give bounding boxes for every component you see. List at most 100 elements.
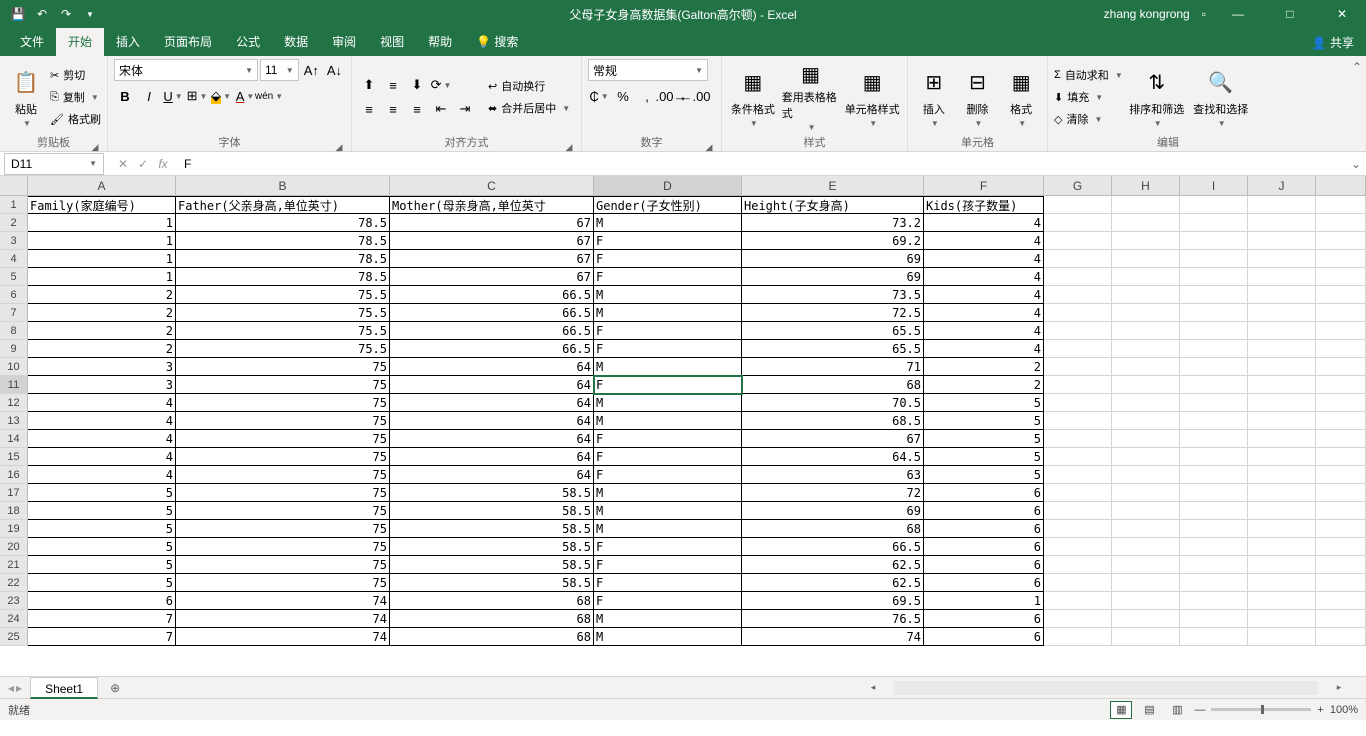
cell[interactable]: 4: [28, 448, 176, 466]
cell[interactable]: 65.5: [742, 340, 924, 358]
row-header[interactable]: 3: [0, 232, 28, 250]
cell[interactable]: 75: [176, 502, 390, 520]
cell[interactable]: [1248, 286, 1316, 304]
cell[interactable]: 62.5: [742, 556, 924, 574]
cell[interactable]: [1248, 322, 1316, 340]
row-header[interactable]: 16: [0, 466, 28, 484]
save-icon[interactable]: 💾: [8, 7, 28, 21]
cell[interactable]: 66.5: [390, 286, 594, 304]
cell[interactable]: [1044, 484, 1112, 502]
cell[interactable]: 62.5: [742, 574, 924, 592]
cell[interactable]: 4: [28, 412, 176, 430]
zoom-level[interactable]: 100%: [1330, 704, 1358, 716]
row-header[interactable]: 19: [0, 520, 28, 538]
cell[interactable]: [1180, 502, 1248, 520]
cell[interactable]: [1180, 268, 1248, 286]
cell[interactable]: 74: [176, 628, 390, 646]
cell[interactable]: Family(家庭编号): [28, 196, 176, 214]
cell[interactable]: 69: [742, 502, 924, 520]
tab-layout[interactable]: 页面布局: [152, 28, 224, 56]
row-header[interactable]: 20: [0, 538, 28, 556]
cell[interactable]: 4: [924, 286, 1044, 304]
cell[interactable]: [1180, 358, 1248, 376]
cell[interactable]: [1044, 358, 1112, 376]
cell[interactable]: 75: [176, 538, 390, 556]
cell[interactable]: [1248, 304, 1316, 322]
percent-icon[interactable]: %: [612, 85, 634, 107]
cell[interactable]: F: [594, 250, 742, 268]
cell[interactable]: [1180, 610, 1248, 628]
cell[interactable]: [1044, 196, 1112, 214]
cell[interactable]: 75: [176, 484, 390, 502]
cell[interactable]: [1248, 268, 1316, 286]
cell[interactable]: [1180, 214, 1248, 232]
cell[interactable]: 78.5: [176, 250, 390, 268]
cell[interactable]: [1180, 592, 1248, 610]
cell[interactable]: 78.5: [176, 268, 390, 286]
row-header[interactable]: 21: [0, 556, 28, 574]
row-header[interactable]: 11: [0, 376, 28, 394]
row-header[interactable]: 25: [0, 628, 28, 646]
cell[interactable]: 6: [924, 574, 1044, 592]
cell[interactable]: 58.5: [390, 538, 594, 556]
cell[interactable]: 58.5: [390, 502, 594, 520]
cell[interactable]: 4: [924, 340, 1044, 358]
cell[interactable]: [1112, 394, 1180, 412]
cell[interactable]: [1044, 520, 1112, 538]
cell[interactable]: [1044, 214, 1112, 232]
cell[interactable]: [1180, 430, 1248, 448]
column-header[interactable]: E: [742, 176, 924, 196]
cell[interactable]: [1248, 196, 1316, 214]
cell[interactable]: 66.5: [390, 340, 594, 358]
cell[interactable]: 66.5: [390, 322, 594, 340]
column-header[interactable]: I: [1180, 176, 1248, 196]
page-break-view-icon[interactable]: ▥: [1166, 701, 1188, 719]
cell[interactable]: 67: [390, 250, 594, 268]
ribbon-display-icon[interactable]: ▫: [1202, 7, 1206, 21]
cell[interactable]: [1180, 538, 1248, 556]
cell[interactable]: M: [594, 214, 742, 232]
cell[interactable]: F: [594, 268, 742, 286]
cut-button[interactable]: ✂ 剪切: [50, 65, 101, 85]
cell[interactable]: 5: [28, 520, 176, 538]
cell[interactable]: [1248, 376, 1316, 394]
insert-cells-button[interactable]: ⊞插入▼: [914, 64, 954, 130]
column-header[interactable]: C: [390, 176, 594, 196]
maximize-button[interactable]: □: [1270, 0, 1310, 28]
cell[interactable]: [1180, 376, 1248, 394]
cell[interactable]: M: [594, 358, 742, 376]
increase-font-icon[interactable]: A↑: [301, 59, 322, 81]
cell[interactable]: [1248, 448, 1316, 466]
cell[interactable]: [1112, 286, 1180, 304]
italic-button[interactable]: I: [138, 85, 160, 107]
confirm-edit-icon[interactable]: ✓: [134, 157, 152, 171]
cell[interactable]: Kids(孩子数量): [924, 196, 1044, 214]
cell[interactable]: [1112, 574, 1180, 592]
cell[interactable]: [1112, 340, 1180, 358]
cell[interactable]: 2: [924, 376, 1044, 394]
cell[interactable]: 4: [924, 250, 1044, 268]
cell[interactable]: 76.5: [742, 610, 924, 628]
cell[interactable]: 74: [742, 628, 924, 646]
cell[interactable]: [1180, 448, 1248, 466]
cell[interactable]: [1112, 520, 1180, 538]
column-header[interactable]: F: [924, 176, 1044, 196]
cell[interactable]: [1112, 628, 1180, 646]
cell[interactable]: [1044, 430, 1112, 448]
cell[interactable]: [1112, 430, 1180, 448]
cell[interactable]: Gender(子女性别): [594, 196, 742, 214]
name-box[interactable]: D11▼: [4, 153, 104, 175]
cell[interactable]: [1248, 340, 1316, 358]
cancel-edit-icon[interactable]: ✕: [114, 157, 132, 171]
decrease-font-icon[interactable]: A↓: [324, 59, 345, 81]
cell[interactable]: [1044, 322, 1112, 340]
cell[interactable]: [1112, 592, 1180, 610]
cell[interactable]: 69.2: [742, 232, 924, 250]
cell[interactable]: 5: [28, 538, 176, 556]
cell[interactable]: 75: [176, 574, 390, 592]
cell[interactable]: 75: [176, 394, 390, 412]
row-header[interactable]: 1: [0, 196, 28, 214]
cell[interactable]: [1180, 628, 1248, 646]
cell[interactable]: 69.5: [742, 592, 924, 610]
cell[interactable]: 1: [28, 214, 176, 232]
